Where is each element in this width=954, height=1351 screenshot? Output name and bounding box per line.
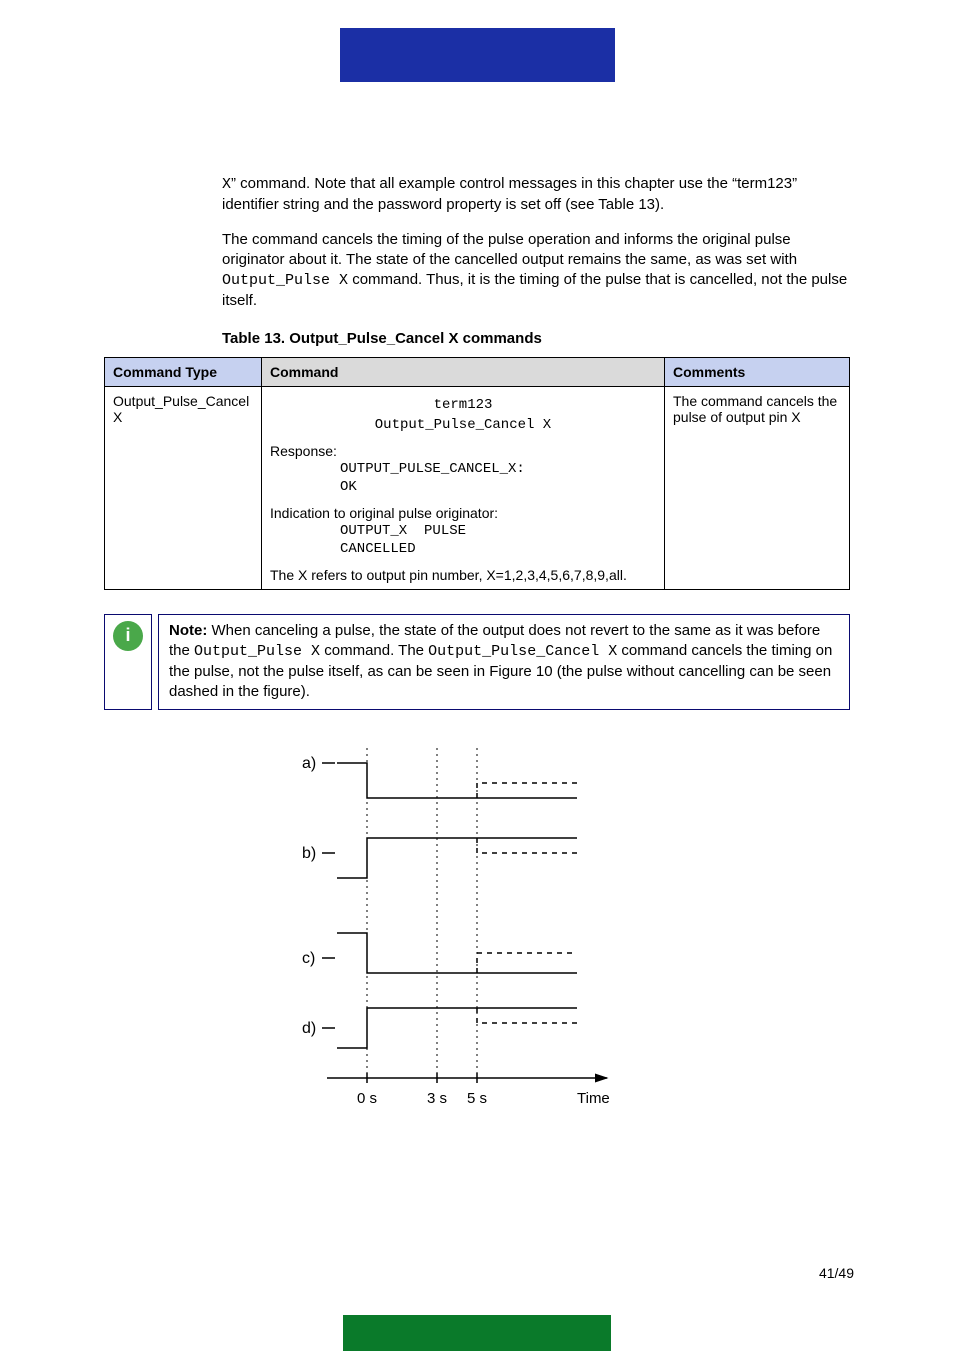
cmd-line2: Output_Pulse_Cancel X	[270, 417, 656, 433]
xref-text: The X refers to output pin number, X=1,2…	[270, 567, 656, 583]
code-output-pulse: Output_Pulse X	[222, 272, 348, 289]
note-code2: Output_Pulse_Cancel X	[428, 643, 617, 660]
timing-diagram: a) b) c)	[287, 738, 667, 1122]
x-axis-label: Time	[577, 1090, 610, 1107]
row-label-a: a)	[302, 755, 316, 772]
row-label-b: b)	[302, 845, 316, 862]
code-x: X	[222, 176, 231, 193]
cell-command-type: Output_Pulse_Cancel X	[105, 386, 262, 589]
footer-bar	[343, 1315, 611, 1351]
timing-diagram-svg: a) b) c)	[287, 738, 667, 1118]
intro-p1-text: ” command. Note that all example control…	[222, 175, 797, 213]
diagram-row-b: b)	[302, 838, 577, 878]
row-label-c: c)	[302, 950, 315, 967]
info-icon-glyph: i	[125, 625, 130, 646]
table-row: Output_Pulse_Cancel X term123 Output_Pul…	[105, 386, 850, 589]
commands-table: Command Type Command Comments Output_Pul…	[104, 357, 850, 590]
xtick-1: 3 s	[427, 1090, 447, 1107]
header-bar	[340, 28, 615, 82]
th-command: Command	[262, 357, 665, 386]
intro-paragraph-1: X” command. Note that all example contro…	[222, 174, 850, 216]
intro-p2-before: The command cancels the timing of the pu…	[222, 231, 797, 268]
response-label: Response:	[270, 443, 656, 459]
diagram-row-c: c)	[302, 933, 577, 973]
cell-command: term123 Output_Pulse_Cancel X Response: …	[262, 386, 665, 589]
indication-line1: OUTPUT_X PULSE	[270, 523, 656, 539]
note-box: i Note: When canceling a pulse, the stat…	[104, 614, 850, 710]
info-icon: i	[113, 621, 143, 651]
response-line2: OK	[270, 479, 656, 495]
diagram-row-a: a)	[302, 755, 577, 798]
note-label: Note:	[169, 622, 207, 639]
note-text-2: command. The	[320, 642, 428, 659]
intro-paragraph-2: The command cancels the timing of the pu…	[222, 230, 850, 312]
th-comments: Comments	[665, 357, 850, 386]
xtick-2: 5 s	[467, 1090, 487, 1107]
indication-line2: CANCELLED	[270, 541, 656, 557]
page-number: 41/49	[819, 1265, 854, 1281]
note-icon-cell: i	[104, 614, 152, 710]
cell-comments: The command cancels the pulse of output …	[665, 386, 850, 589]
diagram-row-d: d)	[302, 1008, 577, 1048]
th-command-type: Command Type	[105, 357, 262, 386]
row-label-d: d)	[302, 1020, 316, 1037]
note-text: Note: When canceling a pulse, the state …	[158, 614, 850, 710]
cmd-line1: term123	[270, 397, 656, 413]
note-code1: Output_Pulse X	[194, 643, 320, 660]
table-header-row: Command Type Command Comments	[105, 357, 850, 386]
xtick-0: 0 s	[357, 1090, 377, 1107]
table-caption: Table 13. Output_Pulse_Cancel X commands	[104, 330, 850, 347]
indication-label: Indication to original pulse originator:	[270, 505, 656, 521]
response-line1: OUTPUT_PULSE_CANCEL_X:	[270, 461, 656, 477]
